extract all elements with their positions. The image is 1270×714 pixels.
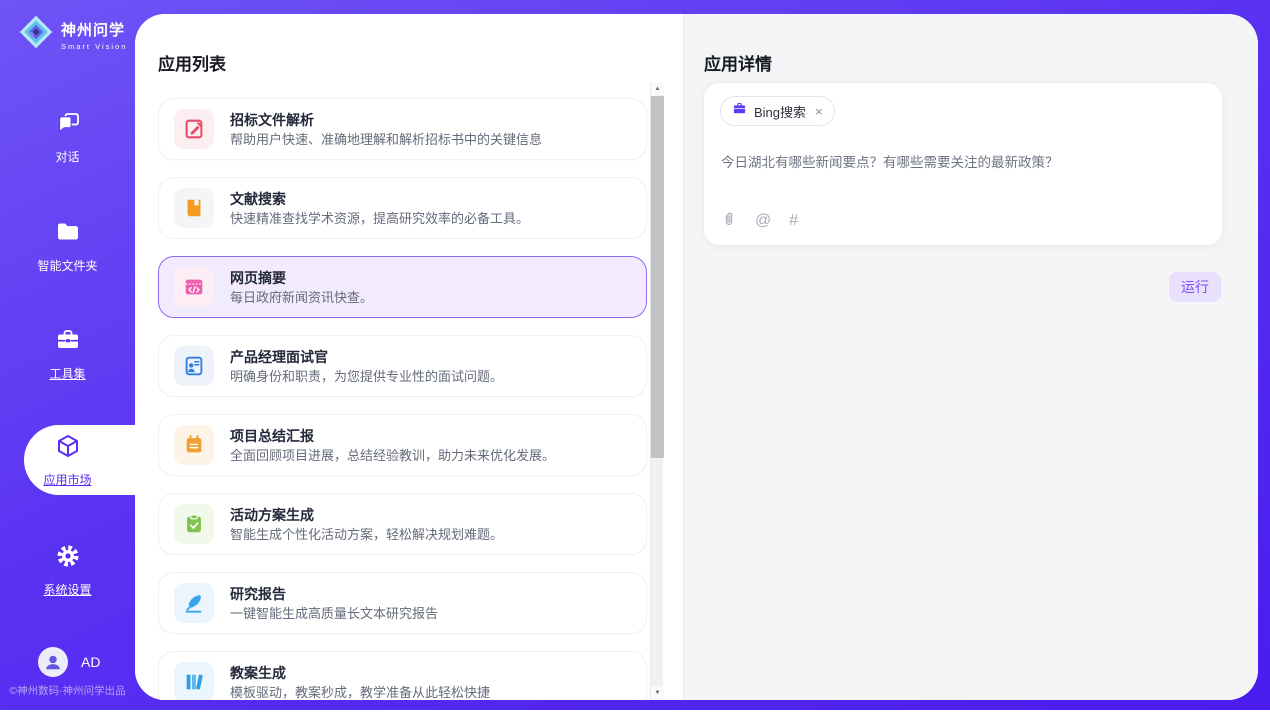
tool-chip-bing-search[interactable]: Bing搜索 × [720, 96, 835, 126]
app-list-item[interactable]: 产品经理面试官明确身份和职责，为您提供专业性的面试问题。 [158, 335, 647, 397]
ink-report-icon [174, 583, 214, 623]
sidebar-item-label: 工具集 [49, 365, 85, 382]
sidebar-item-settings[interactable]: 系统设置 [0, 543, 135, 598]
chip-close-icon[interactable]: × [815, 104, 823, 119]
copyright-text: ©神州数码·神州问学出品 [0, 683, 135, 698]
prompt-toolbar: @# [721, 210, 798, 232]
app-item-name: 活动方案生成 [230, 508, 503, 522]
sidebar-item-label: 系统设置 [43, 581, 91, 598]
app-item-name: 研究报告 [230, 587, 438, 601]
app-detail-title: 应用详情 [704, 50, 772, 75]
interviewer-icon [174, 346, 214, 386]
app-item-desc: 明确身份和职责，为您提供专业性的面试问题。 [230, 370, 503, 383]
app-item-name: 教案生成 [230, 666, 490, 680]
books-icon [174, 662, 214, 700]
sidebar-item-label: 智能文件夹 [37, 257, 97, 274]
clipboard-check-icon [174, 504, 214, 544]
app-list-item[interactable]: 教案生成模板驱动，教案秒成，教学准备从此轻松快捷 [158, 651, 647, 700]
briefcase-icon [732, 101, 747, 121]
main-panel: 应用列表 招标文件解析帮助用户快速、准确地理解和解析招标书中的关键信息文献搜索快… [135, 14, 1258, 700]
sidebar-item-market[interactable]: 应用市场 [0, 433, 135, 488]
brand-name: 神州问学 [61, 19, 127, 40]
sidebar-item-chat[interactable]: 对话 [0, 110, 135, 165]
attachment-icon[interactable] [721, 210, 737, 232]
app-list-item[interactable]: 研究报告一键智能生成高质量长文本研究报告 [158, 572, 647, 634]
app-window: 神州问学 Smart Vision 对话智能文件夹工具集应用市场系统设置 AD … [0, 0, 1270, 714]
app-item-name: 网页摘要 [230, 271, 373, 285]
scrollbar-thumb[interactable] [651, 96, 664, 458]
app-item-name: 产品经理面试官 [230, 350, 503, 364]
user-initials: AD [81, 654, 100, 670]
sidebar: 神州问学 Smart Vision 对话智能文件夹工具集应用市场系统设置 AD … [0, 0, 135, 710]
toolbox-icon [55, 327, 81, 358]
prompt-input[interactable]: 今日湖北有哪些新闻要点？有哪些需要关注的最新政策？ [721, 151, 1206, 171]
brand-subtitle: Smart Vision [61, 42, 127, 51]
app-item-name: 招标文件解析 [230, 113, 542, 127]
prompt-card: Bing搜索 × 今日湖北有哪些新闻要点？有哪些需要关注的最新政策？ @# [703, 82, 1223, 246]
app-list-title: 应用列表 [158, 50, 226, 75]
app-list-item[interactable]: 招标文件解析帮助用户快速、准确地理解和解析招标书中的关键信息 [158, 98, 647, 160]
user-profile[interactable]: AD [38, 647, 100, 677]
app-item-desc: 帮助用户快速、准确地理解和解析招标书中的关键信息 [230, 133, 542, 146]
tool-chip-label: Bing搜索 [754, 102, 806, 121]
browser-code-icon [174, 267, 214, 307]
app-item-desc: 模板驱动，教案秒成，教学准备从此轻松快捷 [230, 686, 490, 699]
app-list-item[interactable]: 项目总结汇报全面回顾项目进展，总结经验教训，助力未来优化发展。 [158, 414, 647, 476]
brand-logo: 神州问学 Smart Vision [18, 14, 127, 55]
hash-icon[interactable]: # [789, 213, 798, 229]
app-item-desc: 智能生成个性化活动方案，轻松解决规划难题。 [230, 528, 503, 541]
sidebar-item-tools[interactable]: 工具集 [0, 327, 135, 382]
user-avatar-icon [38, 647, 68, 677]
scroll-down-button[interactable]: ▼ [651, 686, 664, 699]
gear-icon [55, 543, 81, 574]
app-list-panel: 应用列表 招标文件解析帮助用户快速、准确地理解和解析招标书中的关键信息文献搜索快… [135, 14, 683, 700]
brand-diamond-icon [18, 14, 54, 55]
app-item-desc: 每日政府新闻资讯快查。 [230, 291, 373, 304]
app-item-desc: 全面回顾项目进展，总结经验教训，助力未来优化发展。 [230, 449, 555, 462]
notepad-icon [174, 425, 214, 465]
sidebar-item-label: 对话 [55, 148, 79, 165]
app-item-name: 文献搜索 [230, 192, 529, 206]
app-item-desc: 快速精准查找学术资源，提高研究效率的必备工具。 [230, 212, 529, 225]
app-item-desc: 一键智能生成高质量长文本研究报告 [230, 607, 438, 620]
mention-icon[interactable]: @ [755, 213, 771, 229]
book-icon [174, 188, 214, 228]
scroll-up-button[interactable]: ▲ [651, 82, 664, 95]
app-item-name: 项目总结汇报 [230, 429, 555, 443]
cube-icon [55, 433, 81, 464]
app-list-item[interactable]: 文献搜索快速精准查找学术资源，提高研究效率的必备工具。 [158, 177, 647, 239]
scrollbar[interactable]: ▲ ▼ [650, 82, 663, 699]
app-list-item[interactable]: 活动方案生成智能生成个性化活动方案，轻松解决规划难题。 [158, 493, 647, 555]
folder-icon [55, 219, 81, 250]
app-list-item[interactable]: 网页摘要每日政府新闻资讯快查。 [158, 256, 647, 318]
sidebar-item-label: 应用市场 [43, 471, 91, 488]
sidebar-item-folders[interactable]: 智能文件夹 [0, 219, 135, 274]
chat-icon [55, 110, 81, 141]
app-detail-panel: 应用详情 Bing搜索 × 今日湖北有哪些新闻要点？有哪些需要关注的最新政策？ … [683, 14, 1258, 700]
run-button[interactable]: 运行 [1169, 272, 1221, 302]
app-list: 招标文件解析帮助用户快速、准确地理解和解析招标书中的关键信息文献搜索快速精准查找… [158, 98, 647, 700]
pen-document-icon [174, 109, 214, 149]
